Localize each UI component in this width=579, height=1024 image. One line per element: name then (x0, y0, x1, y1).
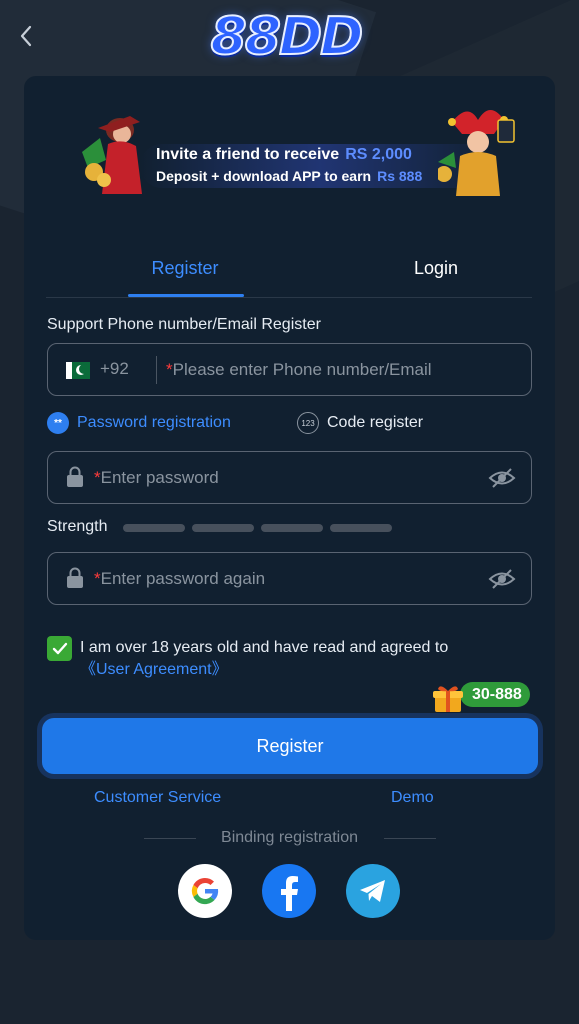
banner-line-1-text: Invite a friend to receive (156, 146, 340, 163)
agreement-text: I am over 18 years old and have read and… (80, 637, 520, 681)
register-button[interactable]: Register (42, 718, 538, 774)
telegram-login-button[interactable] (346, 864, 400, 918)
password-input[interactable]: *Enter password (94, 468, 219, 488)
banner-line-2: Deposit + download APP to earn Rs 888 (156, 168, 422, 184)
banner-line-1: Invite a friend to receive RS 2,000 (156, 146, 412, 164)
customer-service-link[interactable]: Customer Service (94, 789, 221, 807)
promo-banner[interactable]: Invite a friend to receive RS 2,000 Depos… (70, 104, 520, 202)
banner-line-2-text: Deposit + download APP to earn (156, 168, 372, 184)
password-registration-icon: ** (47, 412, 69, 434)
phone-email-placeholder: Please enter Phone number/Email (172, 360, 432, 379)
facebook-login-button[interactable] (262, 864, 316, 918)
promo-woman-figure (82, 116, 142, 194)
banner-line-2-amount: Rs 888 (377, 168, 423, 184)
password-registration-option[interactable]: ** Password registration (47, 412, 231, 434)
binding-label: Binding registration (221, 829, 358, 846)
agreement-checkbox[interactable] (47, 636, 72, 661)
eye-off-icon[interactable] (488, 467, 516, 489)
agreement-label: I am over 18 years old and have read and… (80, 639, 449, 656)
pakistan-flag-icon[interactable] (66, 362, 90, 379)
code-register-option[interactable]: 123 Code register (297, 412, 423, 434)
phone-email-field[interactable]: +92 *Please enter Phone number/Email (47, 343, 532, 396)
divider-right (384, 838, 436, 839)
auth-tabs: Register Login (46, 246, 532, 298)
google-login-button[interactable] (178, 864, 232, 918)
strength-bar-4 (330, 524, 392, 532)
strength-bar-3 (261, 524, 323, 532)
support-label: Support Phone number/Email Register (47, 316, 321, 333)
password-placeholder: Enter password (100, 468, 219, 487)
telegram-icon (360, 880, 385, 902)
lock-icon (67, 567, 83, 588)
strength-bar-2 (192, 524, 254, 532)
strength-bar-1 (123, 524, 185, 532)
strength-label: Strength (47, 518, 108, 535)
tab-register[interactable]: Register (126, 258, 244, 279)
code-register-icon: 123 (297, 412, 319, 434)
field-divider (156, 356, 157, 384)
lock-icon (67, 466, 83, 487)
binding-registration: Binding registration (24, 829, 555, 849)
brand-logo-text: 88DD (210, 6, 365, 68)
password-registration-label: Password registration (77, 414, 231, 431)
banner-line-1-amount: RS 2,000 (345, 146, 412, 163)
gift-icon (433, 686, 463, 712)
register-card: Invite a friend to receive RS 2,000 Depos… (24, 76, 555, 940)
country-code[interactable]: +92 (100, 359, 129, 379)
code-register-label: Code register (327, 414, 424, 431)
required-mark: * (94, 569, 101, 588)
active-tab-indicator (128, 294, 244, 297)
required-mark: * (166, 360, 173, 379)
required-mark: * (94, 468, 101, 487)
promo-jester-figure (438, 110, 515, 196)
demo-link[interactable]: Demo (391, 789, 434, 807)
chevron-left-icon (20, 25, 32, 47)
bonus-badge[interactable]: 30-888 (432, 676, 542, 716)
password-field[interactable]: *Enter password (47, 451, 532, 504)
google-icon (191, 877, 219, 905)
facebook-icon (281, 876, 298, 911)
back-button[interactable] (14, 22, 38, 50)
checkmark-icon (52, 642, 67, 654)
phone-email-input[interactable]: *Please enter Phone number/Email (166, 360, 432, 380)
password-again-placeholder: Enter password again (100, 569, 266, 588)
eye-off-icon[interactable] (488, 568, 516, 590)
bonus-label: 30-888 (460, 682, 530, 707)
user-agreement-link[interactable]: 《User Agreement》 (80, 661, 228, 678)
password-again-input[interactable]: *Enter password again (94, 569, 265, 589)
password-again-field[interactable]: *Enter password again (47, 552, 532, 605)
brand-logo: 88DD (196, 4, 376, 70)
tab-login[interactable]: Login (386, 258, 486, 279)
